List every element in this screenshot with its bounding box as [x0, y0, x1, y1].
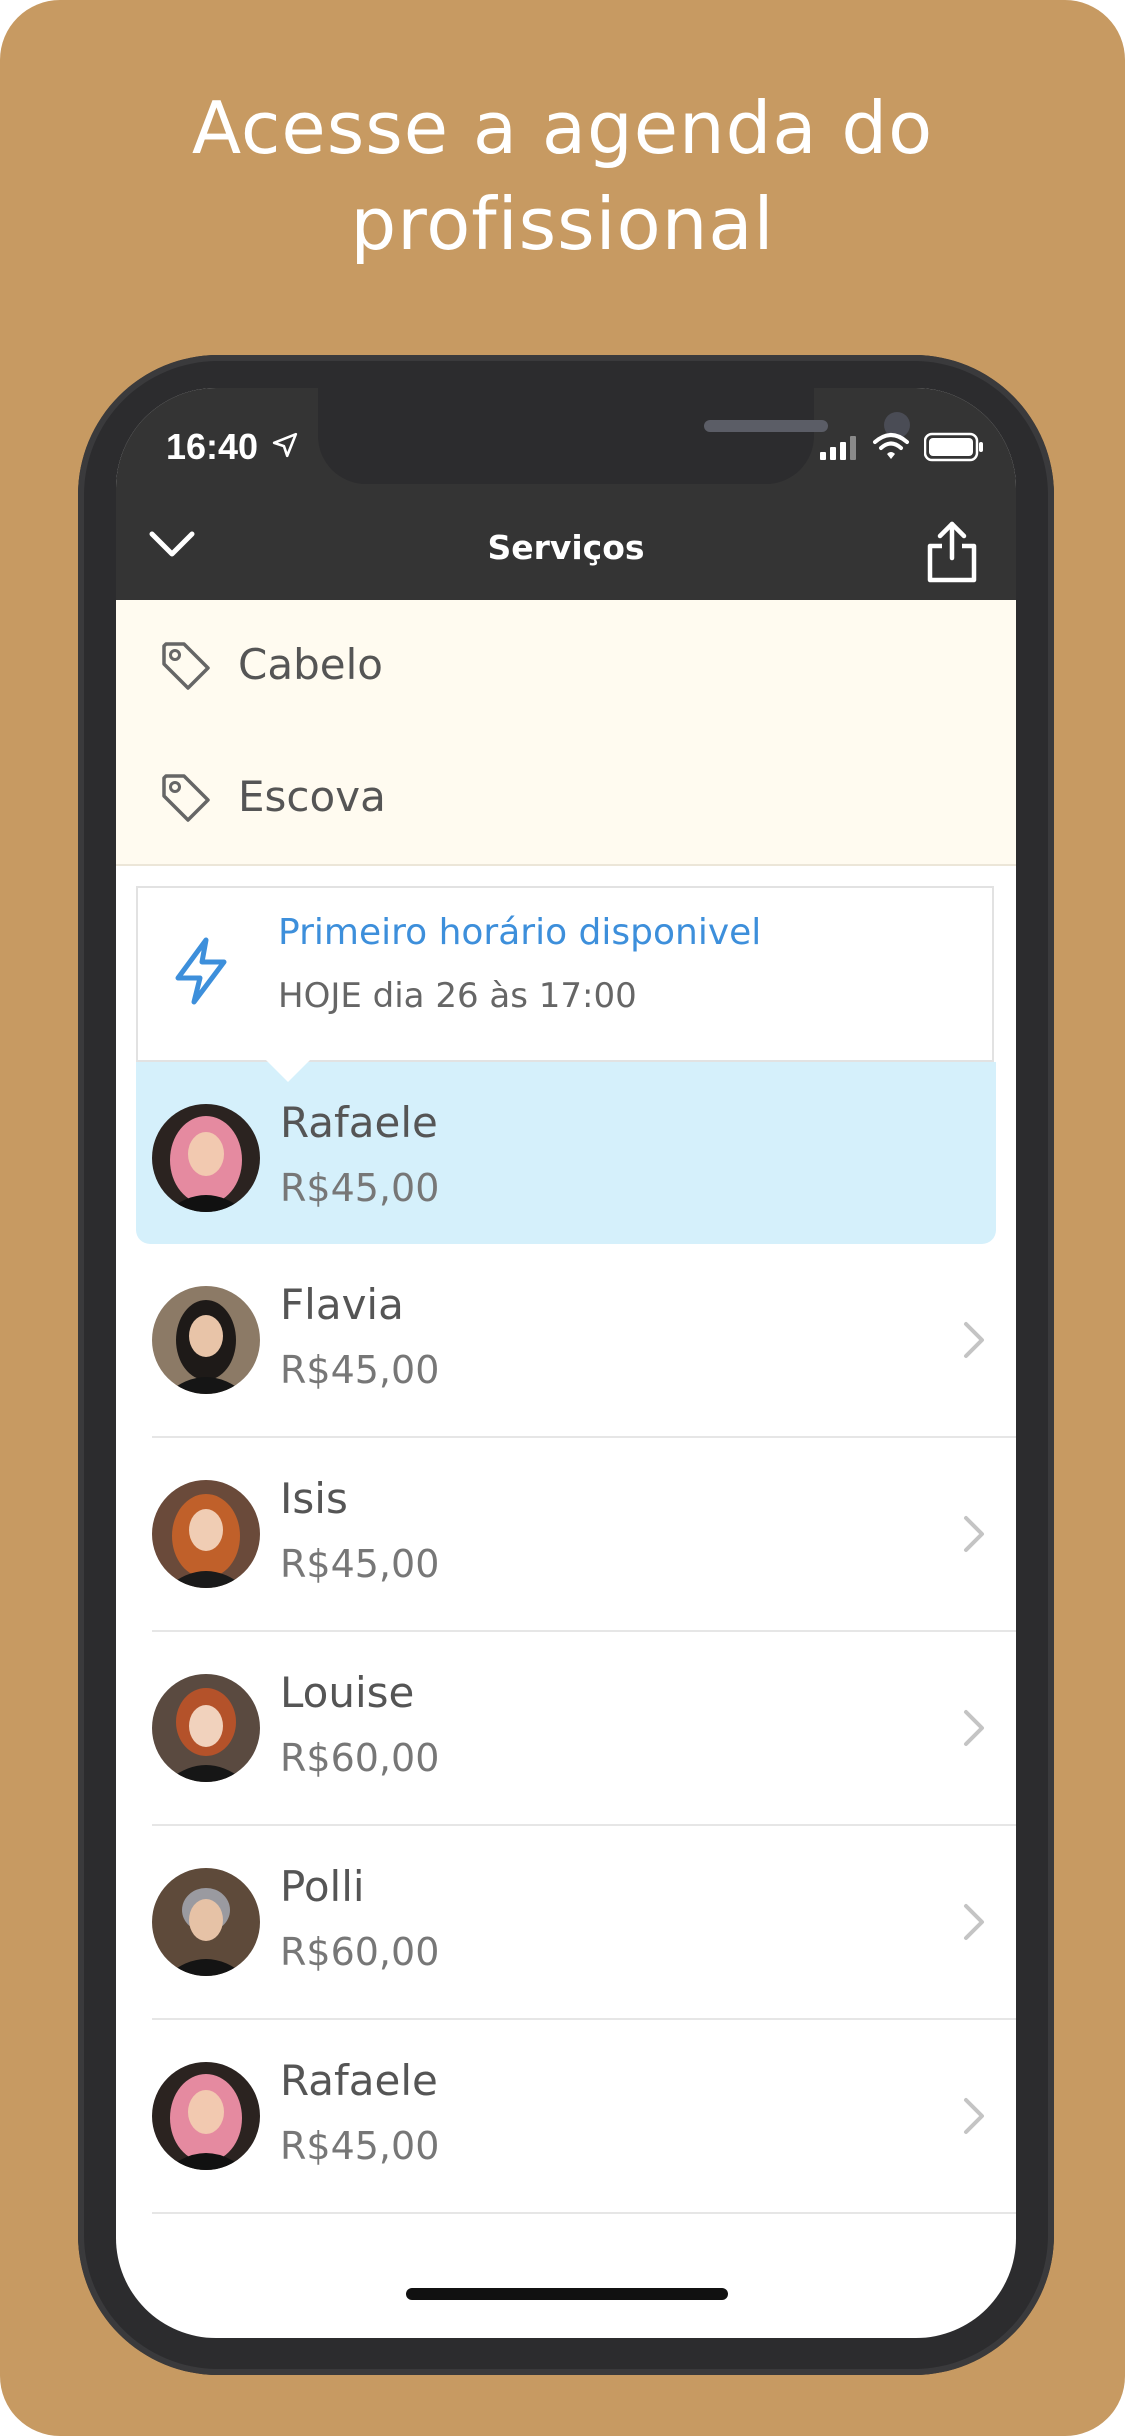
first-available-title: Primeiro horário disponivel — [278, 912, 762, 953]
speaker-grille — [704, 420, 828, 432]
chevron-right-icon — [964, 1516, 984, 1552]
chevron-right-icon — [964, 1710, 984, 1746]
professional-price: R$60,00 — [280, 1930, 440, 1974]
professional-row[interactable]: Polli R$60,00 — [116, 1826, 1016, 2020]
category-escova[interactable]: Escova — [116, 732, 1016, 866]
home-indicator[interactable] — [406, 2288, 728, 2300]
tag-icon — [162, 642, 210, 690]
category-label: Cabelo — [238, 640, 383, 689]
professional-price: R$45,00 — [280, 2124, 440, 2168]
headline: Acesse a agenda do profissional — [0, 80, 1125, 272]
signal-icon — [820, 436, 856, 460]
headline-line-1: Acesse a agenda do — [191, 86, 934, 170]
location-arrow-icon — [272, 432, 298, 458]
avatar — [152, 1868, 260, 1976]
professional-row[interactable]: Louise R$60,00 — [116, 1632, 1016, 1826]
professional-row[interactable]: Flavia R$45,00 — [116, 1244, 1016, 1438]
professional-name: Rafaele — [280, 2056, 438, 2105]
professional-row-selected[interactable]: Rafaele R$45,00 — [136, 1062, 996, 1244]
chevron-right-icon — [964, 1904, 984, 1940]
popover-pointer — [266, 1060, 310, 1082]
battery-icon — [924, 432, 983, 462]
professional-price: R$45,00 — [280, 1542, 440, 1586]
phone-notch — [318, 388, 910, 484]
phone-screen: 16:40 Serviços Cabelo Escova Primeiro ho… — [116, 388, 1016, 2338]
professional-name: Isis — [280, 1474, 348, 1523]
first-available-slot[interactable]: Primeiro horário disponivel HOJE dia 26 … — [136, 886, 994, 1062]
first-available-time: HOJE dia 26 às 17:00 — [278, 976, 637, 1016]
avatar — [152, 1674, 260, 1782]
professional-price: R$60,00 — [280, 1736, 440, 1780]
avatar — [152, 2062, 260, 2170]
wifi-icon — [873, 433, 909, 459]
professional-price: R$45,00 — [280, 1166, 440, 1210]
professional-row[interactable]: Isis R$45,00 — [116, 1438, 1016, 1632]
professional-name: Polli — [280, 1862, 365, 1911]
category-label: Escova — [238, 772, 386, 821]
professional-name: Flavia — [280, 1280, 404, 1329]
professional-name: Louise — [280, 1668, 415, 1717]
lightning-bolt-icon — [175, 937, 227, 1005]
chevron-right-icon — [964, 2098, 984, 2134]
avatar — [152, 1480, 260, 1588]
share-icon[interactable] — [924, 518, 980, 584]
professional-row[interactable]: Rafaele R$45,00 — [116, 2020, 1016, 2214]
tag-icon — [162, 774, 210, 822]
status-and-nav-bar: 16:40 Serviços — [116, 388, 1016, 600]
status-time: 16:40 — [166, 426, 259, 467]
chevron-right-icon — [964, 1322, 984, 1358]
row-divider — [152, 2212, 1016, 2214]
avatar — [152, 1286, 260, 1394]
professional-name: Rafaele — [280, 1098, 438, 1147]
nav-title: Serviços — [487, 528, 645, 567]
headline-line-2: profissional — [350, 182, 775, 266]
professional-price: R$45,00 — [280, 1348, 440, 1392]
avatar — [152, 1104, 260, 1212]
category-cabelo[interactable]: Cabelo — [116, 600, 1016, 734]
